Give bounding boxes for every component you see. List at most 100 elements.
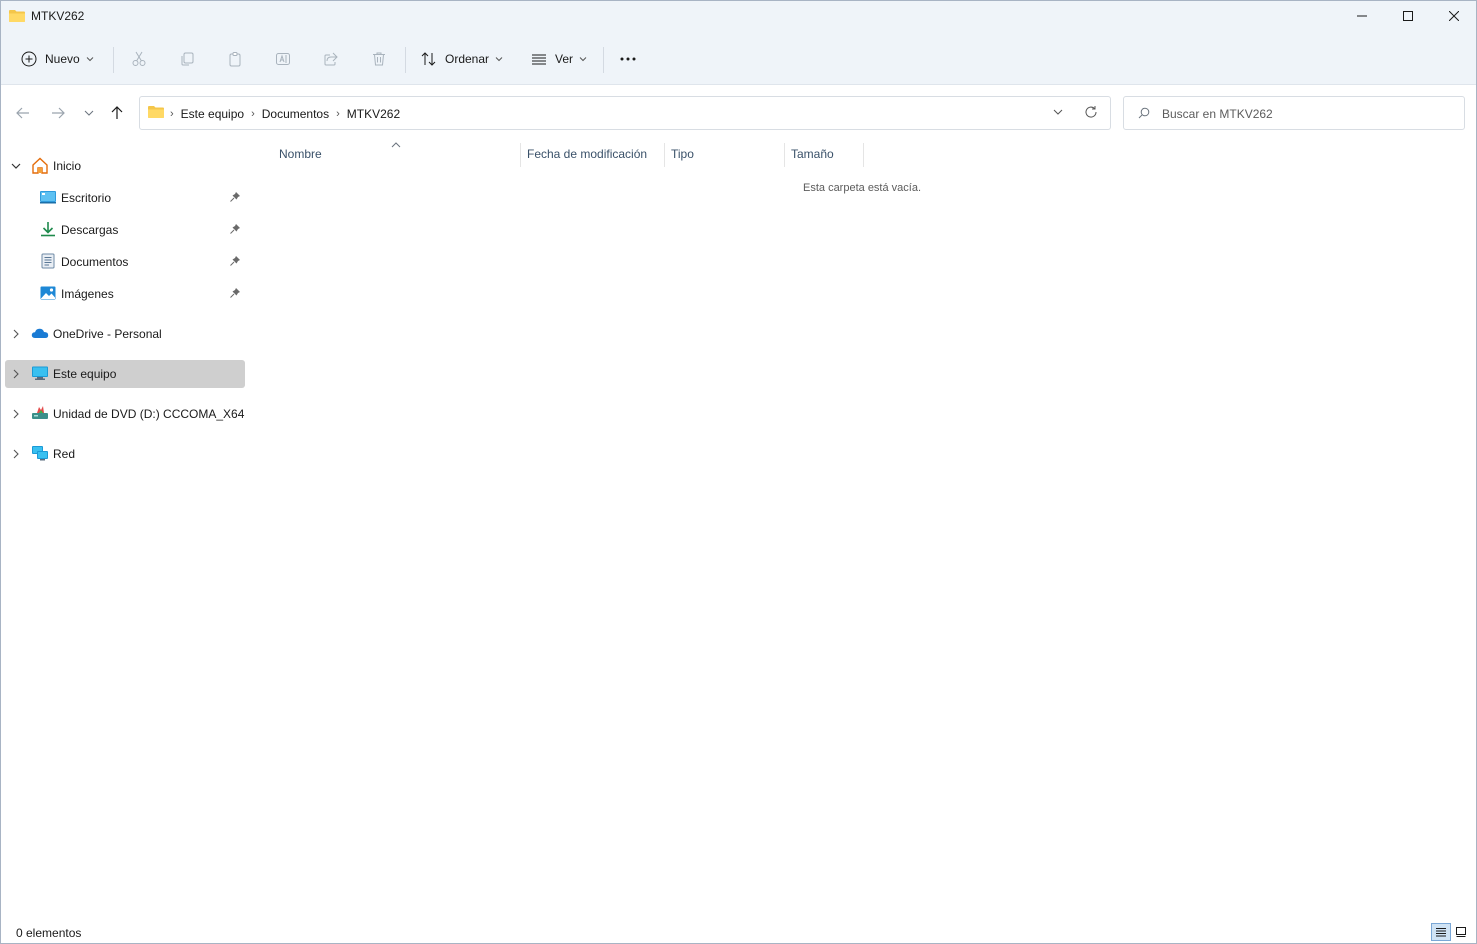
documents-icon [39,253,57,272]
chevron-down-icon[interactable] [11,160,21,174]
sidebar-item-descargas[interactable]: Descargas [5,216,245,244]
pc-icon [31,365,49,384]
paste-icon [229,52,241,67]
address-history-chevron-down-icon[interactable] [1052,106,1064,121]
copy-button[interactable] [175,47,199,71]
sidebar-item-label: Documentos [61,255,129,269]
minimize-button[interactable] [1339,1,1385,31]
sidebar-item-onedrive[interactable]: OneDrive - Personal [5,320,245,348]
download-icon [39,221,57,240]
chevron-down-icon [495,57,503,62]
file-explorer-window: MTKV262 Nuevo Ordenar Ver › Este equipo … [0,0,1477,944]
sidebar-item-dvd-drive[interactable]: Unidad de DVD (D:) CCCOMA_X64FRE_ES-ES_D… [5,400,245,428]
column-divider[interactable] [520,143,521,167]
paste-button[interactable] [223,47,247,71]
empty-folder-message: Esta carpeta está vacía. [803,182,922,194]
delete-icon [373,52,385,66]
chevron-right-icon[interactable]: › [336,108,340,120]
sidebar-item-label: Descargas [61,223,119,237]
toolbar-divider [603,47,604,73]
chevron-right-icon[interactable]: › [251,108,255,120]
navigation-pane: Inicio Escritorio Descargas Documentos I… [1,146,251,921]
large-icons-view-icon [1456,927,1466,937]
arrow-left-icon [16,107,29,119]
sidebar-item-inicio[interactable]: Inicio [5,152,245,180]
network-icon [31,445,49,464]
refresh-icon[interactable] [1084,105,1098,122]
chevron-down-icon [84,110,94,116]
column-divider[interactable] [664,143,665,167]
dvd-icon [31,405,49,424]
chevron-right-icon[interactable] [11,368,21,382]
cut-icon [132,51,146,66]
sidebar-item-red[interactable]: Red [5,440,245,468]
column-header-date-modified[interactable]: Fecha de modificación [527,147,647,161]
sidebar-item-label: Imágenes [61,287,114,301]
view-button[interactable]: Ver [531,45,587,73]
large-icons-view-button[interactable] [1451,923,1471,941]
sidebar-item-este-equipo[interactable]: Este equipo [5,360,245,388]
up-button[interactable] [105,101,129,125]
column-header-name[interactable]: Nombre [279,147,322,161]
view-label: Ver [555,52,574,66]
search-box[interactable] [1123,96,1465,130]
forward-button[interactable] [46,101,70,125]
minimize-icon [1357,15,1367,17]
pin-icon [229,191,241,206]
details-view-button[interactable] [1431,923,1451,941]
sidebar-item-documentos[interactable]: Documentos [5,248,245,276]
breadcrumb-mtkv262[interactable]: MTKV262 [347,107,400,121]
column-header-size[interactable]: Tamaño [791,147,834,161]
sidebar-item-label: Escritorio [61,191,112,205]
chevron-down-icon [579,57,587,62]
breadcrumb: › Este equipo › Documentos › MTKV262 [148,105,407,122]
cut-button[interactable] [127,47,151,71]
details-view-icon [1436,928,1446,937]
desktop-icon [39,189,57,208]
chevron-right-icon[interactable]: › [170,108,174,120]
recent-locations-button[interactable] [77,101,101,125]
chevron-right-icon[interactable] [11,328,21,342]
maximize-button[interactable] [1385,1,1431,31]
back-button[interactable] [11,101,35,125]
sidebar-item-label: Red [53,447,76,461]
arrow-up-icon [111,106,123,119]
search-icon [1138,107,1150,122]
pin-icon [229,255,241,270]
new-label: Nuevo [45,52,80,66]
close-button[interactable] [1431,1,1477,31]
sidebar-item-label: Unidad de DVD (D:) CCCOMA_X64FRE_ES-ES_D… [53,407,245,421]
chevron-right-icon[interactable] [11,448,21,462]
pin-icon [229,223,241,238]
rename-icon [276,53,290,65]
breadcrumb-documentos[interactable]: Documentos [262,107,329,121]
column-divider[interactable] [863,143,864,167]
toolbar-divider [405,47,406,73]
search-input[interactable] [1162,103,1452,125]
view-toggle-group [1431,923,1471,941]
column-divider[interactable] [784,143,785,167]
delete-button[interactable] [367,47,391,71]
toolbar-divider [113,47,114,73]
breadcrumb-este-equipo[interactable]: Este equipo [181,107,244,121]
new-button[interactable]: Nuevo [21,45,94,73]
more-options-button[interactable] [616,47,640,71]
window-title: MTKV262 [31,9,85,23]
address-bar[interactable]: › Este equipo › Documentos › MTKV262 [139,96,1111,130]
sidebar-item-escritorio[interactable]: Escritorio [5,184,245,212]
folder-icon [9,9,25,26]
pictures-icon [39,285,57,304]
share-icon [324,52,338,66]
chevron-down-icon [86,57,94,62]
rename-button[interactable] [271,47,295,71]
chevron-right-icon[interactable] [11,408,21,422]
sidebar-item-imagenes[interactable]: Imágenes [5,280,245,308]
column-header-type[interactable]: Tipo [671,147,694,161]
share-button[interactable] [319,47,343,71]
plus-circle-icon [21,51,37,67]
arrow-right-icon [52,107,65,119]
sort-icon [421,52,436,66]
sort-button[interactable]: Ordenar [421,45,503,73]
command-bar: Nuevo Ordenar Ver [1,33,1476,85]
sidebar-item-label: Inicio [53,159,82,173]
